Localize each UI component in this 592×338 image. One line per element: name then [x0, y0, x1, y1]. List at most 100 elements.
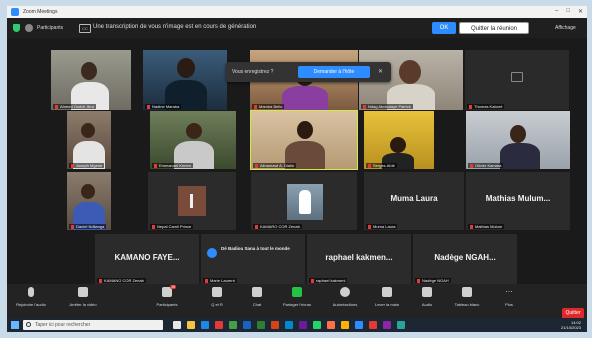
- app-icon[interactable]: [215, 321, 223, 329]
- app-icon[interactable]: [369, 321, 377, 329]
- participant-tile[interactable]: Thomas Kaboré: [465, 50, 569, 110]
- participant-display-name: raphael kakmen...: [325, 253, 393, 262]
- security-shield-icon[interactable]: [13, 24, 20, 32]
- muted-mic-icon: [368, 225, 371, 229]
- participant-tile[interactable]: KAMANO FAYE... KAMANO COR Zenab: [95, 234, 199, 284]
- participant-tile[interactable]: raphael kakmen... raphael kakmeni: [307, 234, 411, 284]
- whiteboard-icon: [462, 287, 472, 297]
- participant-tile[interactable]: KAMARO COR Zenab: [251, 172, 357, 230]
- whiteboard-button[interactable]: Tableau blanc: [447, 287, 487, 307]
- recording-request-popup: Vous enregistrez ? Demander à l'hôte ✕: [226, 62, 391, 82]
- outlook-icon[interactable]: [285, 321, 293, 329]
- participant-tile[interactable]: Nadine Maraba: [143, 50, 227, 110]
- teams-icon[interactable]: [299, 321, 307, 329]
- qa-button[interactable]: Q et R: [197, 287, 237, 307]
- participants-button[interactable]: 19 Participants: [147, 285, 187, 307]
- window-controls: – □ ✕: [555, 8, 583, 15]
- ask-host-button[interactable]: Demander à l'hôte: [298, 66, 370, 78]
- closed-caption-icon: CC: [79, 24, 91, 33]
- muted-mic-icon: [255, 225, 258, 229]
- zoom-taskbar-icon[interactable]: [355, 321, 363, 329]
- participant-name: Marie Laurent: [203, 278, 237, 283]
- close-window-button[interactable]: ✕: [578, 8, 583, 15]
- edge-icon[interactable]: [201, 321, 209, 329]
- close-popup-icon[interactable]: ✕: [378, 68, 383, 75]
- raise-hand-icon: [382, 287, 392, 297]
- chat-button[interactable]: Chat: [237, 287, 277, 307]
- powerpoint-icon[interactable]: [271, 321, 279, 329]
- view-menu[interactable]: Affichage: [555, 25, 576, 31]
- windows-start-icon[interactable]: [11, 321, 19, 329]
- word-icon[interactable]: [243, 321, 251, 329]
- muted-mic-icon: [368, 164, 371, 168]
- participant-name: Thomas Kaboré: [467, 104, 505, 109]
- stop-video-button[interactable]: Arrêter la vidéo: [63, 287, 103, 307]
- participant-name: Daniel Ndilanga: [69, 224, 107, 229]
- avatar: [207, 248, 217, 258]
- app-icon[interactable]: [341, 321, 349, 329]
- active-speaker-tile[interactable]: Alinamawi A. Diallo: [250, 110, 358, 170]
- search-icon: [26, 322, 31, 327]
- task-view-icon[interactable]: [173, 321, 181, 329]
- join-audio-button[interactable]: Rejoindre l'audio: [11, 287, 51, 307]
- file-explorer-icon[interactable]: [187, 321, 195, 329]
- qa-icon: [212, 287, 222, 297]
- app-icon[interactable]: [383, 321, 391, 329]
- participant-tile[interactable]: Nadège NGAH... Nadège NGAH: [413, 234, 517, 284]
- taskbar-search-box[interactable]: Taper ici pour rechercher: [23, 320, 163, 330]
- participant-name: Ndag Abdoulaye Patrick: [361, 104, 413, 109]
- audio-button[interactable]: Audio: [407, 287, 447, 307]
- camera-off-icon: [511, 72, 523, 82]
- participant-tile[interactable]: Ahmed Ouédr. Ibra: [51, 50, 131, 110]
- participant-name: Mathias Mulum: [468, 224, 505, 229]
- minimize-button[interactable]: –: [555, 8, 558, 15]
- video-icon: [78, 287, 88, 297]
- participant-display-name: Mathias Mulum...: [485, 194, 551, 204]
- participant-tile[interactable]: Mathias Mulum... Mathias Mulum: [466, 172, 570, 230]
- chat-icon: [252, 287, 262, 297]
- app-icon[interactable]: [229, 321, 237, 329]
- participant-tile[interactable]: Serges Aïdé: [364, 111, 434, 169]
- participant-display-name: Muma Laura: [390, 194, 438, 204]
- zoom-app-icon: [11, 8, 19, 16]
- participant-tile[interactable]: Daniel Ndilanga: [67, 172, 111, 230]
- ok-button[interactable]: OK: [432, 22, 456, 34]
- muted-mic-icon: [417, 279, 420, 283]
- system-clock[interactable]: 14:02 21/10/2023: [561, 320, 581, 330]
- participant-name: Nadège NGAH: [415, 278, 451, 283]
- quit-meeting-button[interactable]: Quitter la réunion: [459, 22, 529, 34]
- participant-name: Olivier Kamara: [468, 163, 504, 168]
- caption-notice: Une transcription de vous n'image est en…: [93, 24, 257, 30]
- share-screen-button[interactable]: Partager l'écran: [277, 287, 317, 307]
- muted-mic-icon: [469, 105, 472, 109]
- participants-link[interactable]: Participants: [37, 25, 63, 31]
- muted-mic-icon: [205, 279, 208, 283]
- more-button[interactable]: … Plus: [489, 285, 529, 308]
- raise-hand-button[interactable]: Lever la main: [367, 287, 407, 307]
- participant-tile[interactable]: Olivier Kamara: [466, 111, 570, 169]
- participant-tile[interactable]: Dé Badiou Sana à tout le monde Marie Lau…: [201, 234, 305, 284]
- participant-display-name: KAMANO FAYE...: [114, 253, 180, 262]
- meeting-info-icon[interactable]: [25, 24, 33, 32]
- meeting-header: Participants CC Une transcription de vou…: [7, 18, 587, 38]
- app-icon[interactable]: [397, 321, 405, 329]
- participant-tile[interactable]: Emmanuel Kerem: [150, 111, 236, 169]
- reactions-button[interactable]: Autoréactions: [325, 287, 365, 307]
- participant-tile[interactable]: Muma Laura Muma Laura: [364, 172, 464, 230]
- whatsapp-icon[interactable]: [313, 321, 321, 329]
- app-icon[interactable]: [327, 321, 335, 329]
- excel-icon[interactable]: [257, 321, 265, 329]
- muted-mic-icon: [470, 225, 473, 229]
- participant-name: KAMARO COR Zenab: [253, 224, 302, 229]
- mic-icon: [28, 287, 34, 297]
- participant-tile[interactable]: Nepal Camil Prince: [148, 172, 236, 230]
- participant-name: Joseph Mgene: [69, 163, 105, 168]
- windows-taskbar: Taper ici pour rechercher 14:02 21/10/20…: [7, 318, 587, 332]
- more-icon: …: [505, 285, 513, 294]
- muted-mic-icon: [152, 225, 155, 229]
- muted-mic-icon: [154, 164, 157, 168]
- search-placeholder: Taper ici pour rechercher: [35, 322, 91, 328]
- participant-tile[interactable]: Joseph Mgene: [67, 111, 111, 169]
- participant-name: Alinamawi A. Diallo: [253, 163, 297, 168]
- maximize-button[interactable]: □: [566, 8, 570, 15]
